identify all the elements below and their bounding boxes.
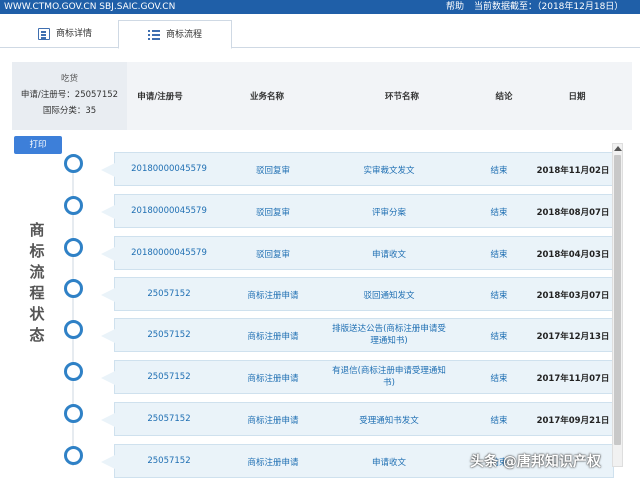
- row-result: 结束: [490, 332, 508, 342]
- timeline-dot: [64, 362, 83, 381]
- tab-label: 商标详情: [55, 29, 92, 39]
- row-date: 2017年11月07日: [536, 374, 610, 384]
- table-row: 20180000045579 驳回复审 申请收文 结束 2018年04月03日: [101, 236, 614, 270]
- timeline-dot: [64, 446, 83, 465]
- row-pointer: [101, 247, 115, 261]
- vertical-scrollbar[interactable]: [612, 143, 623, 467]
- goods-name: 吃货: [60, 74, 78, 84]
- row-pointer: [101, 288, 115, 302]
- table-row: 20180000045579 驳回复审 实审裁文发文 结束 2018年11月02…: [101, 152, 614, 186]
- row-business: 商标注册申请: [247, 458, 299, 468]
- row-reg-number: 20180000045579: [131, 164, 207, 174]
- row-business: 商标注册申请: [247, 416, 299, 426]
- international-class: 国际分类：35: [42, 106, 97, 116]
- row-reg-number: 25057152: [147, 289, 191, 299]
- row-step: 实审裁文发文: [363, 166, 415, 176]
- row-reg-number: 20180000045579: [131, 248, 207, 258]
- scroll-thumb[interactable]: [614, 155, 621, 445]
- row-result: 结束: [490, 208, 508, 218]
- row-step: 申请收文: [371, 250, 406, 260]
- row-result: 结束: [490, 416, 508, 426]
- row-business: 驳回复审: [255, 250, 290, 260]
- row-reg-number: 20180000045579: [131, 206, 207, 216]
- row-pointer: [101, 371, 115, 385]
- row-pointer: [101, 163, 115, 177]
- header-result: 结论: [495, 92, 513, 102]
- row-step: 受理通知书发文: [359, 416, 419, 426]
- print-button[interactable]: 打印: [14, 136, 62, 154]
- row-business: 商标注册申请: [247, 291, 299, 301]
- timeline-dot: [64, 279, 83, 298]
- row-business: 驳回复审: [255, 208, 290, 218]
- table-row: 25057152 商标注册申请 排版送达公告(商标注册申请受理通知书) 结束 2…: [101, 318, 614, 352]
- header-step-name: 环节名称: [384, 92, 419, 102]
- row-step: 驳回通知发文: [363, 291, 415, 301]
- row-date: 2018年03月07日: [536, 291, 610, 301]
- site-url[interactable]: WWW.CTMO.GOV.CN SBJ.SAIC.GOV.CN: [4, 0, 175, 14]
- row-business: 商标注册申请: [247, 332, 299, 342]
- top-bar: WWW.CTMO.GOV.CN SBJ.SAIC.GOV.CN 帮助 当前数据截…: [0, 0, 640, 14]
- row-date: 2017年12月13日: [536, 332, 610, 342]
- row-date: 2018年08月07日: [536, 208, 610, 218]
- header-reg-number: 申请/注册号: [137, 92, 183, 102]
- table-row: 25057152 商标注册申请 受理通知书发文 结束 2017年09月21日: [101, 402, 614, 436]
- row-reg-number: 25057152: [147, 372, 191, 382]
- data-date-label: 当前数据截至：（2018年12月18日）: [474, 2, 624, 12]
- document-icon: [37, 28, 50, 40]
- process-status-title: 商 标 流 程 状 态: [29, 221, 45, 344]
- timeline-dot: [64, 320, 83, 339]
- row-pointer: [101, 413, 115, 427]
- row-pointer: [101, 329, 115, 343]
- table-header: 申请/注册号 业务名称 环节名称 结论 日期: [127, 62, 632, 130]
- tab-trademark-details[interactable]: 商标详情: [10, 20, 120, 48]
- timeline-dot: [64, 404, 83, 423]
- row-business: 商标注册申请: [247, 374, 299, 384]
- trademark-info-box: 吃货 申请/注册号：25057152 国际分类：35: [12, 62, 127, 130]
- row-business: 驳回复审: [255, 166, 290, 176]
- list-icon: [147, 29, 160, 40]
- row-date: 2017年09月21日: [536, 416, 610, 426]
- row-date: 2018年11月02日: [536, 166, 610, 176]
- row-result: 结束: [490, 166, 508, 176]
- header-business-name: 业务名称: [249, 92, 284, 102]
- row-step: 评审分案: [371, 208, 406, 218]
- row-step: 有退信(商标注册申请受理通知书): [332, 366, 446, 388]
- row-reg-number: 25057152: [147, 330, 191, 340]
- table-row: 25057152 商标注册申请 有退信(商标注册申请受理通知书) 结束 2017…: [101, 360, 614, 394]
- watermark-text: 头条 @唐邦知识产权: [470, 454, 601, 470]
- table-row: 20180000045579 驳回复审 评审分案 结束 2018年08月07日: [101, 194, 614, 228]
- help-link[interactable]: 帮助: [446, 0, 464, 14]
- tab-label: 商标流程: [165, 29, 202, 40]
- timeline-dot: [64, 238, 83, 257]
- row-reg-number: 25057152: [147, 456, 191, 466]
- tab-bar: 商标详情 商标流程: [0, 18, 640, 49]
- registration-number: 申请/注册号：25057152: [20, 90, 119, 100]
- row-step: 排版送达公告(商标注册申请受理通知书): [332, 324, 446, 346]
- row-pointer: [101, 205, 115, 219]
- row-pointer: [101, 455, 115, 469]
- tab-trademark-process[interactable]: 商标流程: [118, 20, 232, 49]
- scroll-up-arrow-icon[interactable]: [614, 146, 622, 151]
- row-step: 申请收文: [371, 458, 406, 468]
- header-date: 日期: [568, 92, 586, 102]
- row-result: 结束: [490, 291, 508, 301]
- row-date: 2018年04月03日: [536, 250, 610, 260]
- row-result: 结束: [490, 250, 508, 260]
- row-result: 结束: [490, 374, 508, 384]
- table-row: 25057152 商标注册申请 驳回通知发文 结束 2018年03月07日: [101, 277, 614, 311]
- timeline-dot: [64, 154, 83, 173]
- timeline-dot: [64, 196, 83, 215]
- row-reg-number: 25057152: [147, 414, 191, 424]
